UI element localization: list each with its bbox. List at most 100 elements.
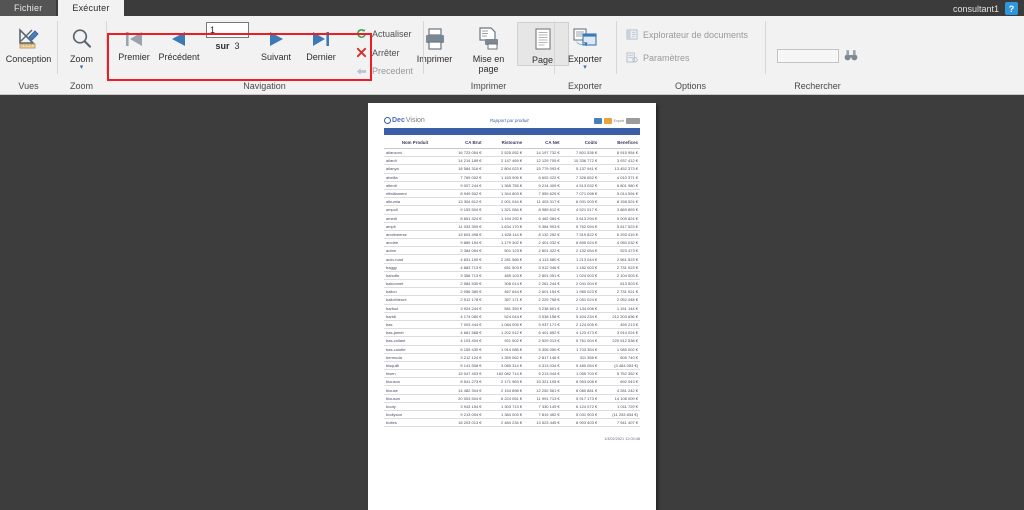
cell-value: 3 613 294 €	[561, 214, 600, 223]
print-button[interactable]: Imprimer	[409, 22, 461, 64]
chevron-down-icon[interactable]: ▾	[583, 64, 587, 71]
cell-product-name: booty	[384, 402, 446, 412]
cell-product-name: bottes	[384, 418, 446, 428]
cell-value: 1 703 354 €	[561, 345, 600, 354]
cell-value: 2 134 008 €	[561, 304, 600, 313]
document-explorer-button: Explorateur de documents	[622, 26, 752, 43]
cell-value: 3 943 154 €	[446, 402, 484, 412]
cell-value: 1 151 144 €	[599, 304, 640, 313]
printer-icon	[422, 24, 448, 54]
table-row: anotineerse 13 603 498 €1 628 114 €8 132 …	[384, 230, 640, 240]
cell-value: 5 762 094 €	[561, 222, 600, 231]
cell-value: 1 359 062 €	[483, 353, 525, 362]
export-chip-icon[interactable]	[593, 117, 602, 124]
zoom-button[interactable]: Zoom ▾	[56, 22, 108, 71]
current-user-label: consultant1	[952, 3, 999, 14]
report-viewer[interactable]: Dec Vision Rapport par produit Export Nom…	[0, 95, 1024, 510]
first-page-icon	[123, 25, 145, 52]
cell-value: 13 452 373 €	[599, 164, 640, 174]
cell-value: 5 137 941 €	[561, 164, 600, 174]
cell-value: 4 313 034 €	[524, 361, 562, 371]
cell-value: 8 895 024 €	[561, 238, 600, 248]
cell-value: 1 084 005 €	[483, 320, 525, 330]
cell-product-name: ballon	[384, 287, 446, 297]
column-header-nom-produit: Nom Produit	[384, 139, 446, 149]
cell-value: 14 108 009 €	[599, 394, 640, 403]
page-total-label: sur 3	[215, 41, 239, 51]
cell-value: 1 011 729 €	[599, 402, 640, 412]
cell-value: 4 883 713 €	[446, 263, 484, 272]
cell-value: 2 817 146 €	[524, 353, 562, 362]
cell-value: 4 831 150 €	[446, 254, 484, 264]
conception-button[interactable]: Conception	[3, 22, 55, 64]
cell-product-name: effatilament	[384, 189, 446, 199]
menu-chip-icon[interactable]	[626, 117, 640, 124]
cell-value: 1 213 044 €	[561, 254, 600, 264]
cell-value: 1 980 023 €	[561, 287, 600, 297]
table-row: bisen 15 047 403 €162 082 714 €5 213 044 …	[384, 369, 640, 379]
help-icon[interactable]: ?	[1005, 2, 1018, 15]
document-explorer-label: Explorateur de documents	[643, 29, 749, 40]
cell-product-name: barfoul	[384, 304, 446, 313]
table-row: aubre 2 384 054 €501 123 €2 801 422 €2 13…	[384, 246, 640, 256]
logo-mark-icon	[384, 117, 391, 124]
cell-value: (11 253 834 €)	[599, 410, 640, 420]
cell-value: 2 171 963 €	[483, 377, 525, 387]
group-label-navigation: Navigation	[243, 81, 286, 91]
group-label-vues: Vues	[18, 81, 39, 91]
report-toolbar[interactable]: Export	[593, 117, 640, 124]
group-label-zoom: Zoom	[69, 81, 93, 91]
cell-value: 7 071 098 €	[561, 189, 600, 199]
cell-product-name: aubre	[384, 246, 446, 256]
cell-value: 1 163 905 €	[483, 173, 525, 182]
cell-value: 1 634 170 €	[483, 222, 525, 231]
cell-value: 2 052 048 €	[599, 295, 640, 305]
cell-value: 1 384 003 €	[483, 410, 525, 420]
cell-value: 15 321 105 €	[524, 377, 562, 387]
cell-product-name: bartdi	[384, 312, 446, 321]
page-number-input[interactable]	[205, 22, 249, 38]
cell-product-name: alterdi	[384, 181, 446, 190]
settings-icon	[626, 52, 638, 63]
cell-value: 2 154 898 €	[483, 385, 525, 395]
cell-value: 18 203 013 €	[446, 418, 484, 428]
cell-value: 467 644 €	[483, 287, 525, 297]
table-row: arcdrie 9 889 154 €1 179 302 €2 401 032 €…	[384, 238, 640, 248]
report-table: Nom Produit CA Brut Ristourne CA Net Coû…	[384, 139, 640, 428]
export-button[interactable]: Exporter ▾	[559, 22, 611, 71]
last-page-button[interactable]: Dernier	[299, 22, 343, 62]
cell-value: 1 179 302 €	[483, 238, 525, 248]
search-input[interactable]	[777, 48, 839, 63]
cell-value: 4 123 473 €	[561, 328, 600, 338]
info-chip-icon[interactable]	[603, 117, 612, 124]
table-row: bas-culotte 6 159 430 €1 914 085 €5 305 0…	[384, 345, 640, 354]
cell-product-name: bahutte	[384, 271, 446, 281]
first-page-button[interactable]: Premier	[112, 22, 156, 62]
page-number-box: sur 3	[202, 22, 253, 51]
page-setup-button[interactable]: Mise en page	[463, 22, 515, 75]
title-bar-right: consultant1 ?	[953, 2, 1018, 15]
cell-product-name: bas-culotte	[384, 345, 446, 354]
cell-value: 13 304 612 €	[446, 197, 484, 207]
cell-value: 8 903 403 €	[561, 418, 600, 428]
tab-fichier[interactable]: Fichier	[0, 0, 57, 16]
document-explorer-icon	[626, 29, 638, 40]
cell-product-name: arcdrie	[384, 238, 446, 248]
next-page-label: Suivant	[260, 52, 291, 62]
next-page-button[interactable]: Suivant	[254, 22, 298, 62]
cell-value: 2 525 052 €	[483, 148, 525, 158]
cell-value: 3 080 314 €	[483, 361, 525, 371]
table-row: ballon 2 056 380 €467 644 €2 601 154 €1 9…	[384, 287, 640, 297]
previous-page-button[interactable]: Précédent	[157, 22, 201, 62]
tab-executer[interactable]: Exécuter	[58, 0, 124, 16]
cell-product-name: blouson	[384, 394, 446, 403]
cell-product-name: allanzoni	[384, 148, 446, 158]
chevron-down-icon[interactable]: ▾	[80, 64, 84, 71]
table-row: auto-road 4 831 150 €2 281 566 €4 113 580…	[384, 254, 640, 264]
binoculars-search-icon[interactable]	[844, 49, 858, 62]
cell-value: 1 024 003 €	[561, 271, 600, 281]
cell-value: 3 358 713 €	[446, 271, 484, 281]
cell-value: 6 401 852 €	[524, 328, 562, 338]
cell-value: 4 010 371 €	[599, 173, 640, 182]
cell-value: 5 213 044 €	[524, 369, 562, 379]
